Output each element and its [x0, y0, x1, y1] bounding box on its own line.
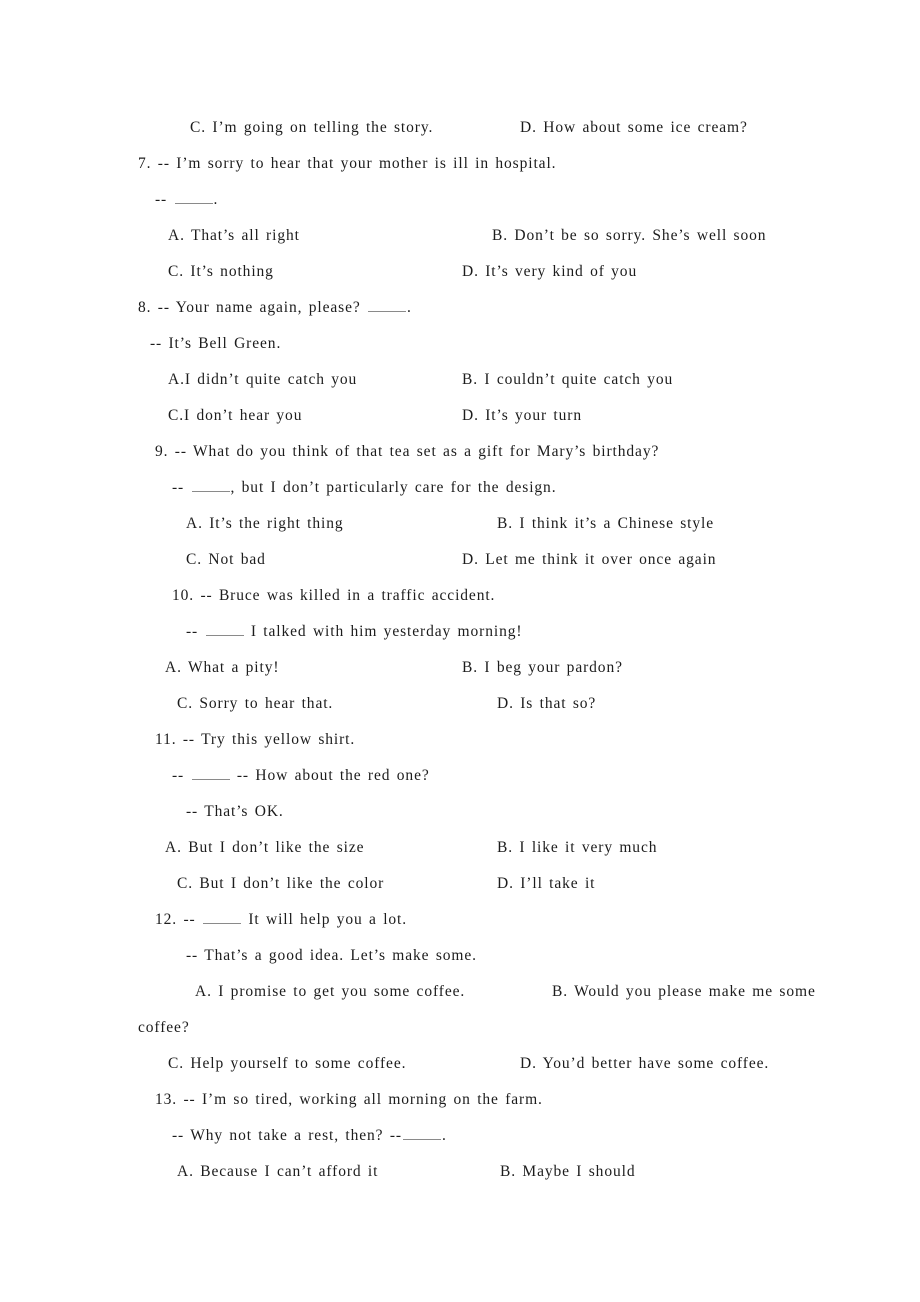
- question-7-option-a: A. That’s all right: [168, 227, 300, 244]
- question-8-stem: 8. -- Your name again, please? .: [138, 290, 412, 326]
- question-9-stem-line: 9. -- What do you think of that tea set …: [0, 434, 920, 470]
- question-11-reply-line: -- -- How about the red one?: [0, 758, 920, 794]
- question-12-stem-line: 12. -- It will help you a lot.: [0, 902, 920, 938]
- question-11-option-c: C. But I don’t like the color: [177, 875, 385, 892]
- question-11-options-ab-line: A. But I don’t like the size B. I like i…: [0, 830, 920, 866]
- question-8-stem-prefix: 8. -- Your name again, please?: [138, 299, 368, 316]
- question-8-reply: -- It’s Bell Green.: [150, 335, 282, 352]
- question-11-answer-blank: [191, 768, 230, 780]
- question-11-reply2-line: -- That’s OK.: [0, 794, 920, 830]
- question-10-options-ab-line: A. What a pity! B. I beg your pardon?: [0, 650, 920, 686]
- question-8-option-b: B. I couldn’t quite catch you: [462, 371, 674, 388]
- question-12-option-d: D. You’d better have some coffee.: [520, 1055, 770, 1072]
- question-13-stem: 13. -- I’m so tired, working all morning…: [155, 1091, 543, 1108]
- question-13-reply: -- Why not take a rest, then? --.: [172, 1118, 447, 1154]
- question-10-reply: -- I talked with him yesterday morning!: [186, 614, 522, 650]
- question-12-option-c: C. Help yourself to some coffee.: [168, 1055, 407, 1072]
- question-7-option-d: D. It’s very kind of you: [462, 263, 638, 280]
- question-8-option-a: A.I didn’t quite catch you: [168, 371, 358, 388]
- question-12-reply: -- That’s a good idea. Let’s make some.: [186, 947, 477, 964]
- question-8-options-ab-line: A.I didn’t quite catch you B. I couldn’t…: [0, 362, 920, 398]
- question-9-reply-prefix: --: [172, 479, 191, 496]
- question-12-options-cd-line: C. Help yourself to some coffee. D. You’…: [0, 1046, 920, 1082]
- question-10-option-d: D. Is that so?: [497, 695, 597, 712]
- question-13-option-b: B. Maybe I should: [500, 1163, 636, 1180]
- question-11-reply-suffix: -- How about the red one?: [230, 767, 430, 784]
- document-page: C. I’m going on telling the story. D. Ho…: [0, 0, 920, 1302]
- question-13-reply-suffix: .: [441, 1127, 447, 1144]
- question-13-option-a: A. Because I can’t afford it: [177, 1163, 379, 1180]
- question-7-reply: -- .: [155, 182, 218, 218]
- question-11-option-d: D. I’ll take it: [497, 875, 596, 892]
- question-8-options-cd-line: C.I don’t hear you D. It’s your turn: [0, 398, 920, 434]
- question-10-options-cd-line: C. Sorry to hear that. D. Is that so?: [0, 686, 920, 722]
- question-7-reply-prefix: --: [155, 191, 174, 208]
- question-12-option-b: B. Would you please make me some: [552, 983, 816, 1000]
- question-7-option-b: B. Don’t be so sorry. She’s well soon: [492, 227, 767, 244]
- question-7-option-c: C. It’s nothing: [168, 263, 274, 280]
- question-7-reply-line: -- .: [0, 182, 920, 218]
- carryover-option-d: D. How about some ice cream?: [520, 119, 748, 136]
- question-12-option-a: A. I promise to get you some coffee.: [195, 983, 466, 1000]
- question-10-reply-suffix: I talked with him yesterday morning!: [244, 623, 523, 640]
- question-12-answer-blank: [202, 912, 241, 924]
- question-11-reply: -- -- How about the red one?: [172, 758, 430, 794]
- carryover-option-c: C. I’m going on telling the story.: [190, 119, 434, 136]
- question-10-option-c: C. Sorry to hear that.: [177, 695, 334, 712]
- question-9-answer-blank: [191, 480, 230, 492]
- question-9-options-cd-line: C. Not bad D. Let me think it over once …: [0, 542, 920, 578]
- carryover-options-line: C. I’m going on telling the story. D. Ho…: [0, 110, 920, 146]
- question-10-answer-blank: [205, 624, 244, 636]
- question-7-options-ab-line: A. That’s all right B. Don’t be so sorry…: [0, 218, 920, 254]
- question-10-reply-line: -- I talked with him yesterday morning!: [0, 614, 920, 650]
- question-10-option-a: A. What a pity!: [165, 659, 280, 676]
- question-11-option-b: B. I like it very much: [497, 839, 658, 856]
- question-11-stem: 11. -- Try this yellow shirt.: [155, 731, 356, 748]
- question-13-options-ab-line: A. Because I can’t afford it B. Maybe I …: [0, 1154, 920, 1190]
- question-13-answer-blank: [402, 1128, 441, 1140]
- question-12-stem-prefix: 12. --: [155, 911, 202, 928]
- question-9-options-ab-line: A. It’s the right thing B. I think it’s …: [0, 506, 920, 542]
- question-10-reply-prefix: --: [186, 623, 205, 640]
- question-7-answer-blank: [174, 192, 213, 204]
- question-9-reply-line: -- , but I don’t particularly care for t…: [0, 470, 920, 506]
- question-9-stem: 9. -- What do you think of that tea set …: [155, 443, 660, 460]
- question-12-reply-line: -- That’s a good idea. Let’s make some.: [0, 938, 920, 974]
- question-11-options-cd-line: C. But I don’t like the color D. I’ll ta…: [0, 866, 920, 902]
- question-7-stem: 7. -- I’m sorry to hear that your mother…: [138, 155, 557, 172]
- question-8-option-c: C.I don’t hear you: [168, 407, 303, 424]
- question-7-reply-suffix: .: [213, 191, 219, 208]
- question-9-option-a: A. It’s the right thing: [186, 515, 344, 532]
- question-13-reply-prefix: -- Why not take a rest, then? --: [172, 1127, 402, 1144]
- question-12-stem: 12. -- It will help you a lot.: [155, 902, 407, 938]
- question-8-reply-line: -- It’s Bell Green.: [0, 326, 920, 362]
- question-8-answer-blank: [368, 300, 407, 312]
- question-8-stem-line: 8. -- Your name again, please? .: [0, 290, 920, 326]
- question-11-reply2: -- That’s OK.: [186, 803, 284, 820]
- question-10-option-b: B. I beg your pardon?: [462, 659, 623, 676]
- question-13-stem-line: 13. -- I’m so tired, working all morning…: [0, 1082, 920, 1118]
- question-9-option-d: D. Let me think it over once again: [462, 551, 717, 568]
- question-8-option-d: D. It’s your turn: [462, 407, 582, 424]
- question-10-stem-line: 10. -- Bruce was killed in a traffic acc…: [0, 578, 920, 614]
- question-7-options-cd-line: C. It’s nothing D. It’s very kind of you: [0, 254, 920, 290]
- question-11-stem-line: 11. -- Try this yellow shirt.: [0, 722, 920, 758]
- question-9-option-b: B. I think it’s a Chinese style: [497, 515, 715, 532]
- question-12-options-ab-line: A. I promise to get you some coffee. B. …: [0, 974, 920, 1010]
- question-11-reply-prefix: --: [172, 767, 191, 784]
- question-7-stem-line: 7. -- I’m sorry to hear that your mother…: [0, 146, 920, 182]
- question-12-option-b-wrap-line: coffee?: [0, 1010, 920, 1046]
- question-9-reply-suffix: , but I don’t particularly care for the …: [230, 479, 557, 496]
- question-10-stem: 10. -- Bruce was killed in a traffic acc…: [172, 587, 496, 604]
- question-13-reply-line: -- Why not take a rest, then? --.: [0, 1118, 920, 1154]
- question-9-reply: -- , but I don’t particularly care for t…: [172, 470, 556, 506]
- question-9-option-c: C. Not bad: [186, 551, 266, 568]
- question-12-option-b-wrap: coffee?: [138, 1019, 190, 1036]
- question-12-stem-suffix: It will help you a lot.: [241, 911, 408, 928]
- question-8-stem-suffix: .: [407, 299, 412, 316]
- document-text-body: C. I’m going on telling the story. D. Ho…: [0, 110, 920, 1190]
- question-11-option-a: A. But I don’t like the size: [165, 839, 365, 856]
